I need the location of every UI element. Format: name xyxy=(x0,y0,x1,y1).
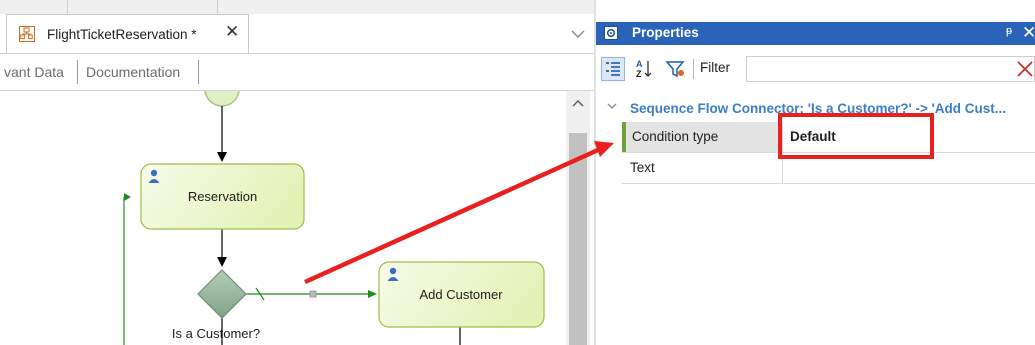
hidden-tab-stub xyxy=(0,0,68,14)
properties-icon xyxy=(604,26,618,40)
annotation-arrowhead xyxy=(594,141,614,157)
properties-title: Properties xyxy=(632,25,699,40)
scrollbar-thumb[interactable] xyxy=(569,133,587,345)
sequence-flow-reservation-to-gateway[interactable] xyxy=(217,229,227,267)
column-divider xyxy=(782,153,783,183)
property-name: Condition type xyxy=(632,129,719,144)
subtab-relevant-data[interactable]: vant Data xyxy=(4,64,64,80)
filter-label: Filter xyxy=(700,60,730,75)
task-label: Reservation xyxy=(188,189,257,204)
categorized-view-icon[interactable] xyxy=(601,57,625,81)
properties-header: Properties ᵽ ✕ xyxy=(596,22,1035,45)
document-tab-title: FlightTicketReservation * xyxy=(47,27,197,42)
subtab-separator xyxy=(198,60,199,84)
filter-input[interactable] xyxy=(746,56,1035,82)
svg-text:Z: Z xyxy=(636,69,642,79)
sort-alphabetical-icon[interactable]: A Z xyxy=(633,58,655,80)
task-reservation[interactable]: Reservation xyxy=(140,163,305,230)
start-event[interactable] xyxy=(204,91,240,107)
sequence-flow-start-to-reservation[interactable] xyxy=(217,106,227,162)
property-value[interactable]: Default xyxy=(790,129,836,144)
subtab-documentation[interactable]: Documentation xyxy=(86,64,180,80)
chevron-down-icon[interactable] xyxy=(567,24,589,44)
svg-text:A: A xyxy=(636,59,643,69)
property-group-title: Sequence Flow Connector: 'Is a Customer?… xyxy=(630,101,1007,116)
pin-icon[interactable]: ᵽ xyxy=(1006,25,1012,37)
gateway-label: Is a Customer? xyxy=(172,326,260,341)
gateway-is-a-customer[interactable]: Is a Customer? xyxy=(172,269,260,341)
toolbar-separator xyxy=(693,59,694,79)
subtab-separator xyxy=(77,60,78,84)
diagram-canvas[interactable]: Reservation Add Customer Is a Customer? xyxy=(0,91,566,345)
hidden-tab-stub xyxy=(68,0,218,14)
clear-filter-icon[interactable] xyxy=(1014,58,1035,80)
top-strip xyxy=(0,0,596,14)
filter-icon[interactable] xyxy=(665,58,687,80)
sequence-flow-loop-back[interactable] xyxy=(123,193,131,345)
scroll-up-arrow-icon[interactable] xyxy=(566,93,590,113)
property-name: Text xyxy=(630,160,655,175)
column-divider xyxy=(782,122,783,152)
close-icon[interactable]: ✕ xyxy=(1022,23,1035,43)
property-row-condition-type[interactable]: Condition type Default xyxy=(622,122,1035,153)
property-group-header[interactable]: Sequence Flow Connector: 'Is a Customer?… xyxy=(596,99,1035,121)
task-label: Add Customer xyxy=(419,287,503,302)
sequence-flow-gateway-to-add-customer[interactable] xyxy=(246,287,377,301)
workflow-diagram-icon xyxy=(19,26,35,42)
close-icon[interactable]: ✕ xyxy=(225,22,239,42)
property-row-text[interactable]: Text xyxy=(622,153,1035,184)
chevron-down-icon[interactable] xyxy=(606,100,618,115)
task-add-customer[interactable]: Add Customer xyxy=(378,261,545,328)
editor-subtab-bar: vant Data Documentation xyxy=(0,54,596,90)
document-tab[interactable]: FlightTicketReservation * ✕ xyxy=(6,14,249,53)
